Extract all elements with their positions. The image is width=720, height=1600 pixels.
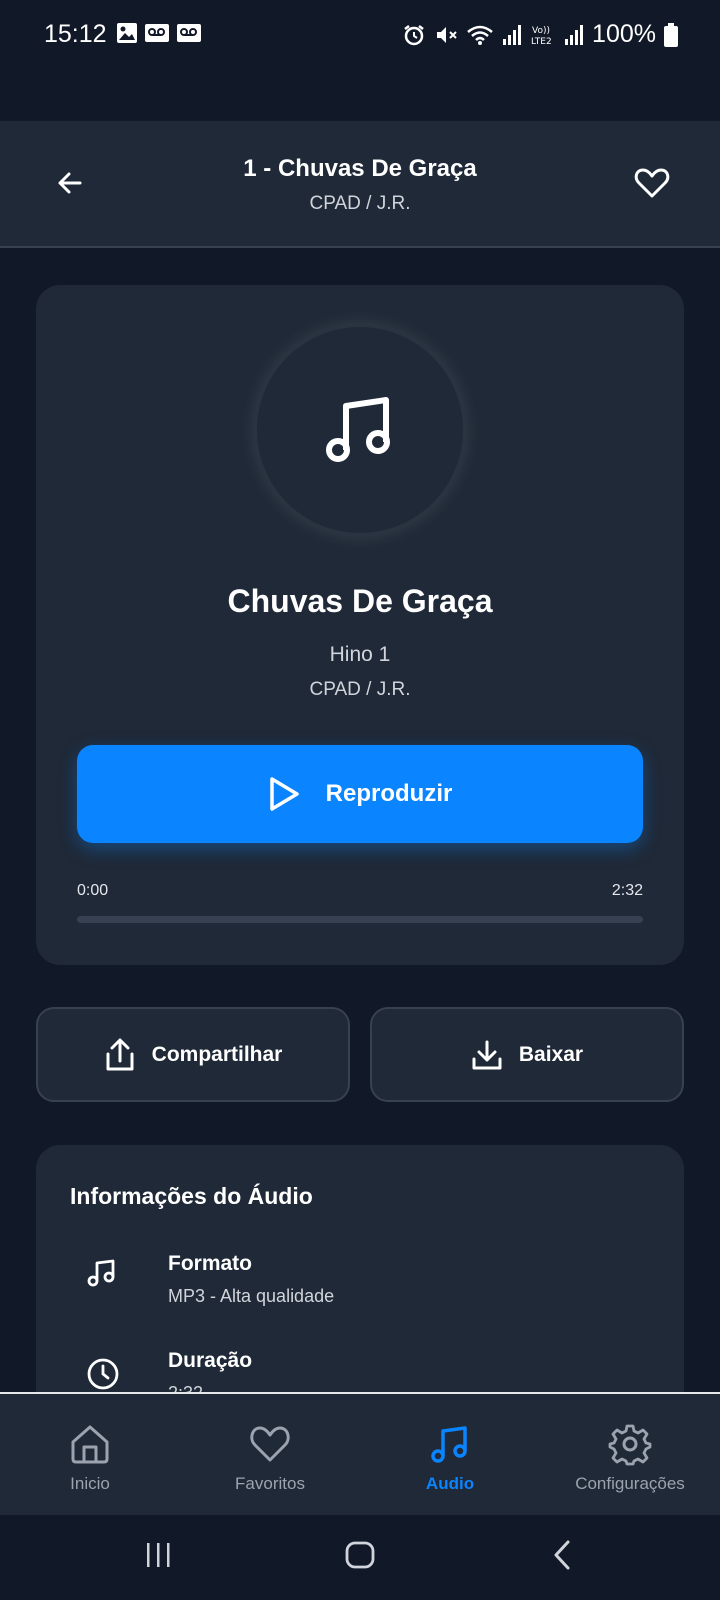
- nav-item-configuracoes[interactable]: Configurações: [540, 1394, 720, 1517]
- heart-icon: [634, 168, 670, 198]
- music-note-icon: [86, 1256, 118, 1288]
- bottom-nav: Inicio Favoritos Audio Configurações: [0, 1392, 720, 1515]
- info-label: Duração: [168, 1349, 253, 1372]
- status-time: 15:12: [44, 20, 107, 48]
- music-note-icon: [428, 1422, 472, 1466]
- info-value: MP3 - Alta qualidade: [168, 1286, 335, 1306]
- signal-icon: [502, 24, 522, 46]
- voicemail-icon: [176, 22, 202, 44]
- page-title: 1 - Chuvas De Graça: [243, 155, 477, 182]
- voicemail-icon: [144, 22, 170, 44]
- info-label: Formato: [168, 1252, 252, 1275]
- nav-label: Favoritos: [235, 1474, 305, 1493]
- volte-icon: Vo)) LTE2: [530, 23, 556, 47]
- play-icon: [269, 777, 299, 811]
- gallery-icon: [116, 22, 138, 44]
- player-card: Chuvas De Graça Hino 1 CPAD / J.R. Repro…: [36, 285, 684, 965]
- signal-icon: [564, 24, 584, 46]
- page-subtitle: CPAD / J.R.: [309, 193, 411, 214]
- info-row-format: Formato MP3 - Alta qualidade: [36, 1252, 684, 1332]
- svg-text:Vo)): Vo)): [532, 26, 550, 36]
- heart-icon: [248, 1422, 292, 1466]
- clock-icon: [86, 1357, 120, 1391]
- wifi-icon: [466, 23, 494, 47]
- status-bar: 15:12 Vo)) LTE2 100%: [0, 0, 720, 72]
- download-label: Baixar: [518, 1042, 584, 1066]
- progress-bar[interactable]: [77, 916, 643, 923]
- time-total: 2:32: [611, 882, 643, 899]
- svg-text:LTE2: LTE2: [531, 37, 552, 47]
- album-art: [255, 325, 465, 535]
- song-author: CPAD / J.R.: [309, 679, 411, 700]
- app-header: 1 - Chuvas De Graça CPAD / J.R.: [0, 121, 720, 248]
- download-icon: [472, 1040, 502, 1069]
- home-icon: [68, 1422, 112, 1466]
- nav-item-audio[interactable]: Audio: [360, 1394, 540, 1517]
- nav-item-inicio[interactable]: Inicio: [0, 1394, 180, 1517]
- nav-label: Audio: [425, 1474, 475, 1493]
- recent-apps-icon[interactable]: [144, 1537, 174, 1573]
- alarm-icon: [402, 23, 426, 47]
- hymn-number: Hino 1: [329, 643, 391, 666]
- play-label: Reproduzir: [325, 780, 453, 807]
- battery-percent: 100%: [592, 20, 656, 48]
- mute-icon: [434, 23, 458, 47]
- favorite-button[interactable]: [632, 163, 672, 203]
- system-nav-bar: [0, 1515, 720, 1600]
- time-current: 0:00: [77, 882, 109, 899]
- info-title: Informações do Áudio: [70, 1183, 313, 1209]
- gear-icon: [608, 1422, 652, 1466]
- battery-icon: [664, 22, 678, 47]
- share-icon: [106, 1038, 134, 1070]
- share-button[interactable]: Compartilhar: [36, 1007, 350, 1102]
- nav-label: Inicio: [70, 1474, 110, 1493]
- download-button[interactable]: Baixar: [370, 1007, 684, 1102]
- play-button[interactable]: Reproduzir: [77, 745, 643, 843]
- music-note-icon: [326, 397, 390, 462]
- home-button-icon[interactable]: [344, 1537, 376, 1573]
- nav-label: Configurações: [575, 1474, 685, 1493]
- song-title: Chuvas De Graça: [227, 583, 493, 619]
- back-nav-icon[interactable]: [550, 1537, 574, 1573]
- share-label: Compartilhar: [151, 1042, 283, 1066]
- nav-item-favoritos[interactable]: Favoritos: [180, 1394, 360, 1517]
